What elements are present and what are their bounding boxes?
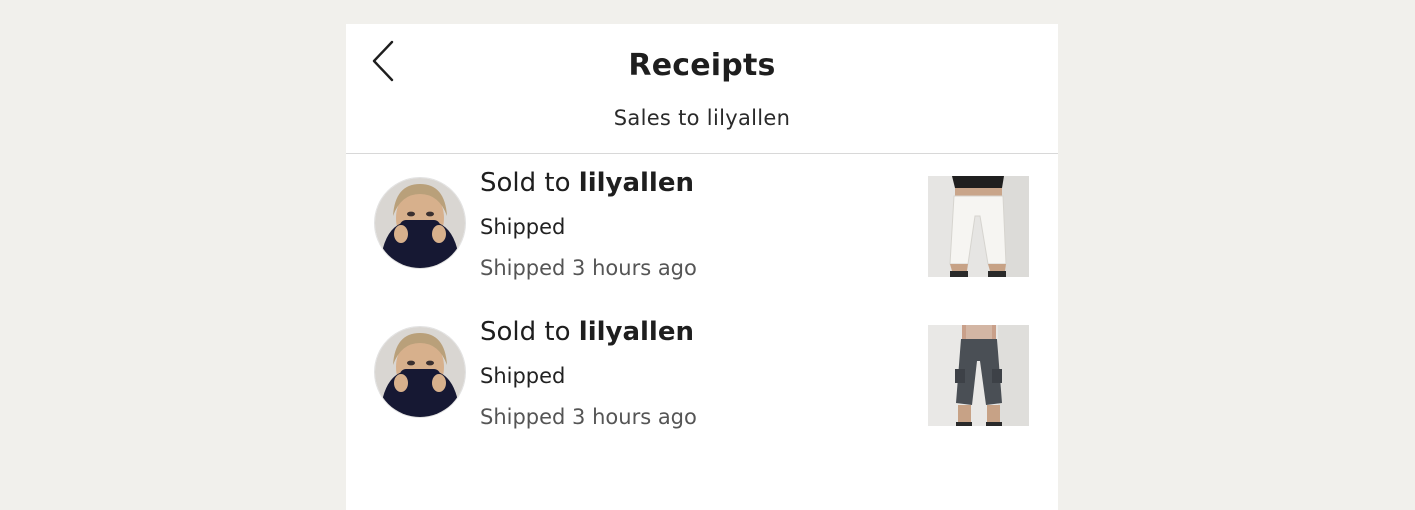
page-title: Receipts (628, 48, 776, 83)
sold-to-line: Sold to lilyallen (480, 168, 694, 198)
sold-to-label: Sold to (480, 317, 579, 347)
receipt-item[interactable]: Sold to lilyallen Shipped Shipped 3 hour… (346, 168, 1058, 288)
page-subtitle: Sales to lilyallen (613, 106, 791, 130)
receipt-item[interactable]: Sold to lilyallen Shipped Shipped 3 hour… (346, 317, 1058, 437)
shipped-time: Shipped 3 hours ago (480, 256, 697, 280)
buyer-username[interactable]: lilyallen (579, 317, 694, 347)
buyer-avatar[interactable] (374, 177, 466, 269)
sold-to-line: Sold to lilyallen (480, 317, 694, 347)
shipping-status: Shipped (480, 364, 566, 388)
shipping-status: Shipped (480, 215, 566, 239)
receipts-screen: Receipts Sales to lilyallen Sold to lily… (346, 24, 1058, 510)
item-thumbnail[interactable] (928, 325, 1029, 426)
shipped-time: Shipped 3 hours ago (480, 405, 697, 429)
buyer-avatar[interactable] (374, 326, 466, 418)
sold-to-label: Sold to (480, 168, 579, 198)
header: Receipts Sales to lilyallen (346, 24, 1058, 154)
buyer-username[interactable]: lilyallen (579, 168, 694, 198)
item-thumbnail[interactable] (928, 176, 1029, 277)
